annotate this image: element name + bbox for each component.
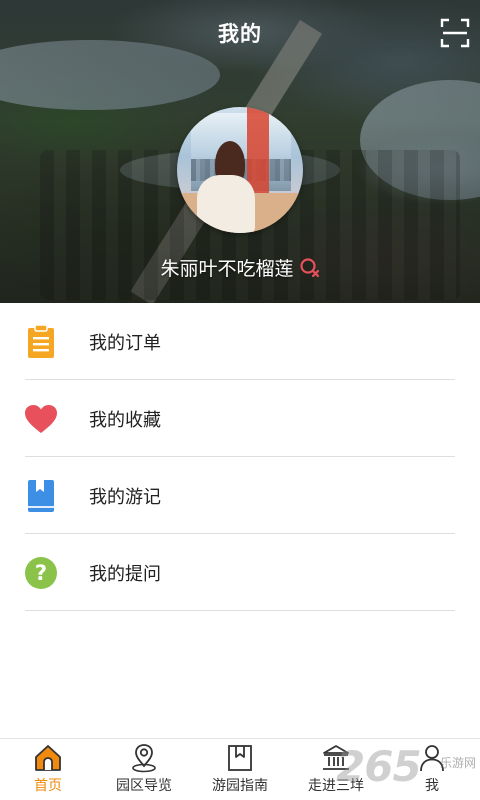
tab-home[interactable]: 首页 bbox=[0, 739, 96, 800]
scan-button[interactable] bbox=[440, 18, 470, 48]
tab-park-guide[interactable]: 园区导览 bbox=[96, 739, 192, 800]
scan-icon bbox=[440, 18, 470, 48]
menu-item-travel-notes[interactable]: 我的游记 bbox=[0, 457, 480, 534]
tab-label: 园区导览 bbox=[116, 778, 172, 794]
menu-item-orders[interactable]: 我的订单 bbox=[0, 303, 480, 380]
museum-icon bbox=[323, 745, 349, 770]
tab-label: 走进三垟 bbox=[308, 778, 364, 794]
question-icon: ? bbox=[25, 556, 57, 589]
tab-label: 首页 bbox=[34, 778, 62, 794]
page-title: 我的 bbox=[218, 22, 262, 46]
svg-text:?: ? bbox=[35, 561, 47, 585]
divider bbox=[25, 610, 455, 611]
menu-item-label: 我的订单 bbox=[89, 332, 161, 354]
menu-item-label: 我的收藏 bbox=[89, 409, 161, 431]
tab-explore[interactable]: 走进三垟 bbox=[288, 739, 384, 800]
bookmark-icon bbox=[228, 745, 252, 771]
bottom-tab-bar: 首页 园区导览 游园指南 走进三垟 我 bbox=[0, 738, 480, 800]
menu-item-questions[interactable]: ? 我的提问 bbox=[0, 534, 480, 611]
menu-item-favorites[interactable]: 我的收藏 bbox=[0, 380, 480, 457]
menu-item-label: 我的游记 bbox=[89, 486, 161, 508]
book-icon bbox=[28, 479, 54, 512]
profile-header: 我的 朱丽叶不吃榴莲 bbox=[0, 0, 480, 303]
menu-list: 我的订单 我的收藏 我的游记 ? 我的提问 bbox=[0, 303, 480, 611]
tab-me[interactable]: 我 bbox=[384, 739, 480, 800]
avatar[interactable] bbox=[177, 107, 303, 233]
username-row: 朱丽叶不吃榴莲 bbox=[0, 252, 480, 282]
female-gender-icon bbox=[299, 258, 319, 278]
tab-label: 我 bbox=[425, 778, 439, 794]
tab-label: 游园指南 bbox=[212, 778, 268, 794]
home-icon bbox=[35, 745, 61, 771]
clipboard-icon bbox=[28, 324, 54, 358]
menu-item-label: 我的提问 bbox=[89, 563, 161, 585]
map-pin-icon bbox=[132, 744, 156, 773]
heart-icon bbox=[25, 404, 57, 433]
tab-visitor-guide[interactable]: 游园指南 bbox=[192, 739, 288, 800]
username: 朱丽叶不吃榴莲 bbox=[160, 257, 294, 280]
user-icon bbox=[420, 745, 444, 772]
